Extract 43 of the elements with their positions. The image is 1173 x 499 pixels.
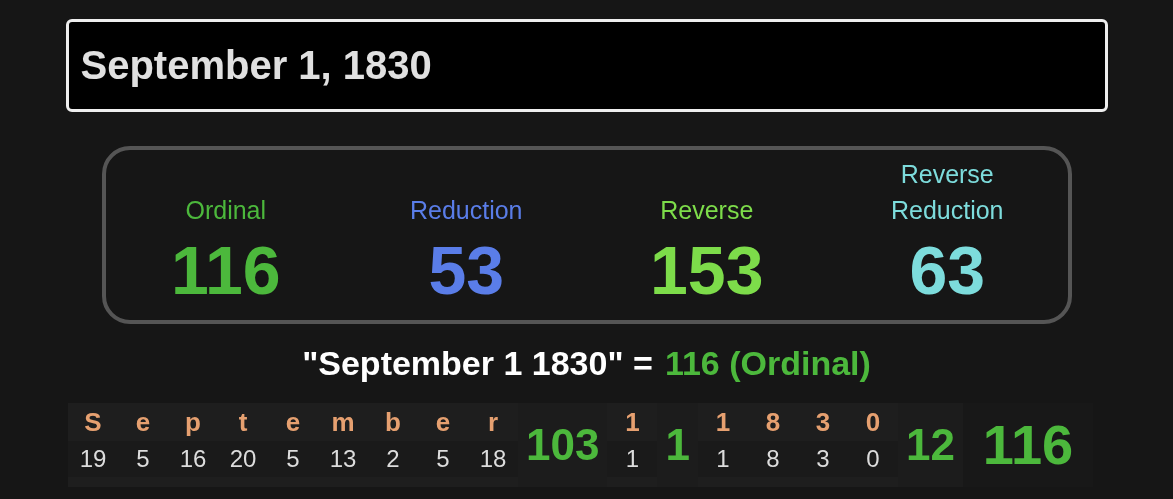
letter-value: 5 [118,441,168,477]
letter-value: 5 [268,441,318,477]
letter: S [84,406,102,439]
letter: e [435,406,451,439]
word-total: 12 [905,419,955,471]
letter-value: 19 [68,441,118,477]
result-value: 116 (Ordinal) [664,343,871,384]
letter: e [135,406,151,439]
letter-value: 18 [468,441,518,477]
letter: 8 [765,406,781,439]
letter-value: 16 [168,441,218,477]
letter: 3 [815,406,831,439]
cipher-value: 63 [909,231,986,310]
letter-value: 8 [747,441,798,477]
letter-value: 1 [697,441,748,477]
letter: r [487,406,499,439]
letter: 0 [865,406,881,439]
cipher-value: 53 [428,231,505,310]
letter-value: 3 [797,441,848,477]
letter-value: 5 [418,441,468,477]
letter-value: 20 [218,441,268,477]
cipher-value: 116 [170,231,281,310]
letter-value: 0 [847,441,898,477]
cipher-value: 153 [650,231,764,310]
grand-total: 116 [982,412,1074,478]
letter: 1 [625,406,640,439]
letter: e [285,406,301,439]
result-phrase: "September 1 1830" = [302,343,653,384]
cipher-label: Reduction [409,195,523,226]
cipher-label: Ordinal [185,195,267,226]
letter-value: 1 [607,441,658,477]
letter: p [185,406,201,439]
word-total: 103 [526,419,600,471]
cipher-label: Reverse [660,195,754,226]
letter: 1 [715,406,731,439]
word-total: 1 [665,419,690,471]
date-input-field[interactable]: September 1, 1830 [65,19,1108,112]
letter: m [331,406,355,439]
letter-value: 13 [318,441,368,477]
letter: b [385,406,401,439]
cipher-label: Reverse Reduction [890,159,1004,226]
letter: t [238,406,248,439]
letter-value: 2 [368,441,418,477]
